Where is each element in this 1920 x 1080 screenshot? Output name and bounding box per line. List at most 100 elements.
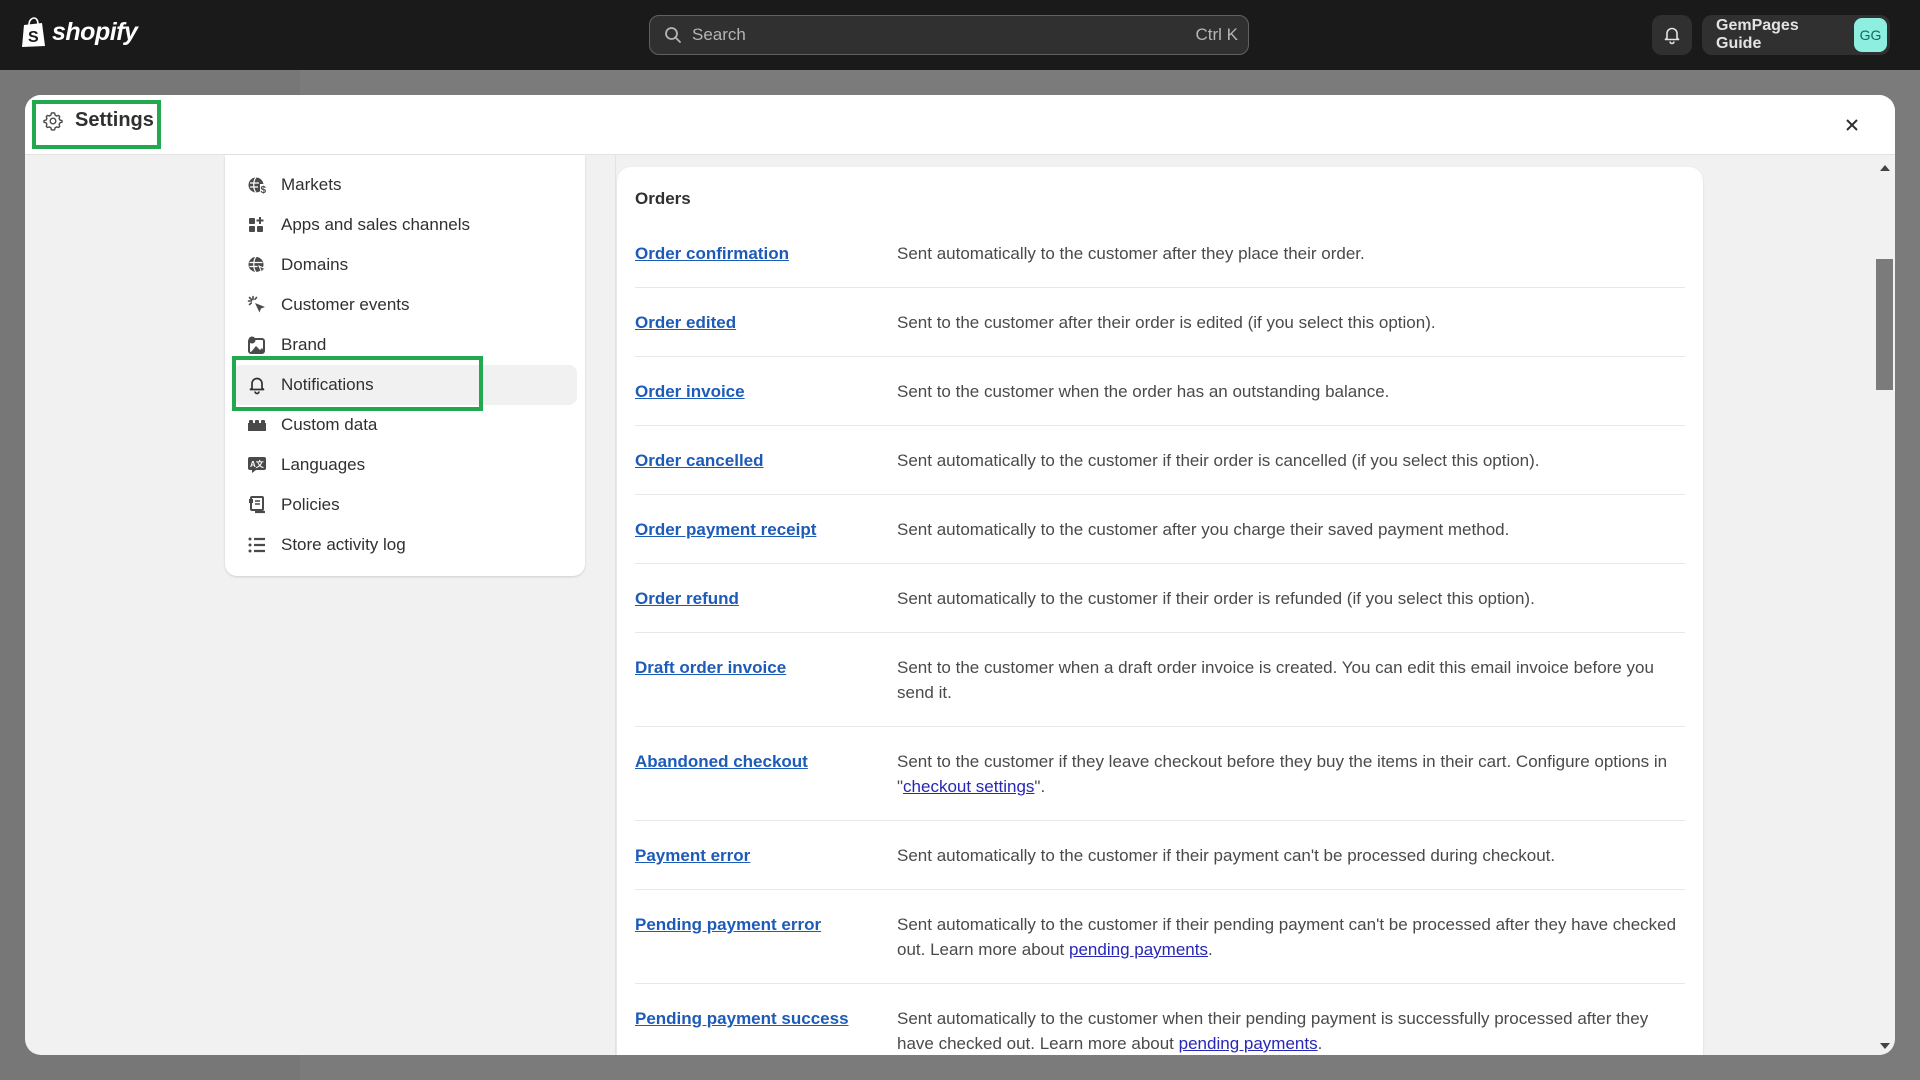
notification-template-link[interactable]: Payment error [635, 843, 897, 868]
notification-description: Sent to the customer when the order has … [897, 382, 1390, 401]
bell-icon [1664, 27, 1680, 45]
sidebar-item-custom-data[interactable]: Custom data [233, 405, 577, 445]
notification-template-link[interactable]: Draft order invoice [635, 655, 897, 705]
orders-card: Orders Order confirmation Sent automatica… [617, 167, 1703, 1055]
settings-sidebar: $ Markets Apps and sales channels Domain… [225, 155, 585, 576]
notification-description: Sent to the customer after their order i… [897, 313, 1436, 332]
settings-title: Settings [43, 109, 154, 132]
notification-description: Sent automatically to the customer after… [897, 520, 1510, 539]
notifications-button[interactable] [1652, 15, 1692, 55]
notification-row: Order payment receipt Sent automatically … [635, 495, 1685, 564]
sidebar-item-policies[interactable]: Policies [233, 485, 577, 525]
notification-row: Order refund Sent automatically to the cu… [635, 564, 1685, 633]
sidebar-item-label: Custom data [281, 415, 378, 434]
sidebar-item-label: Markets [281, 175, 342, 194]
scroll-up-arrow-icon[interactable] [1880, 165, 1890, 171]
description-text: Sent automatically to the customer if th… [897, 915, 1677, 959]
notification-template-link[interactable]: Pending payment error [635, 912, 897, 962]
search-icon [665, 27, 681, 43]
notification-row: Order invoice Sent to the customer when t… [635, 357, 1685, 426]
notification-template-link[interactable]: Order edited [635, 310, 897, 335]
modal-header: Settings [25, 95, 1895, 155]
scroll-down-arrow-icon[interactable] [1880, 1043, 1890, 1049]
sidebar-item-label: Domains [281, 255, 349, 274]
sidebar-item-label: Languages [281, 455, 366, 474]
globe-cursor-icon [247, 255, 267, 275]
sidebar-item-label: Brand [281, 335, 327, 354]
notification-template-link[interactable]: Order refund [635, 586, 897, 611]
sidebar-item-languages[interactable]: A文 Languages [233, 445, 577, 485]
description-text: . [1207, 940, 1213, 959]
inline-link[interactable]: checkout settings [903, 777, 1034, 796]
svg-text:$: $ [261, 185, 267, 195]
notification-template-link[interactable]: Order confirmation [635, 241, 897, 266]
sidebar-item-label: Policies [281, 495, 340, 514]
settings-modal: Settings $ Markets Apps and sales channe… [25, 95, 1895, 1055]
notification-row: Pending payment error Sent automatically … [635, 890, 1685, 984]
notification-template-link[interactable]: Abandoned checkout [635, 749, 897, 799]
notification-row: Order cancelled Sent automatically to the… [635, 426, 1685, 495]
sidebar-item-notifications[interactable]: Notifications [233, 365, 577, 405]
top-bar: S shopify Ctrl K GemPages Guide GG [0, 0, 1920, 70]
svg-text:A文: A文 [250, 459, 265, 469]
notification-description: Sent automatically to the customer if th… [897, 451, 1540, 470]
policy-icon [247, 495, 267, 515]
notification-template-link[interactable]: Order invoice [635, 379, 897, 404]
list-icon [247, 535, 267, 555]
search-bar[interactable]: Ctrl K [649, 15, 1249, 55]
notification-row: Pending payment success Sent automaticall… [635, 984, 1685, 1055]
sidebar-item-markets[interactable]: $ Markets [233, 165, 577, 205]
section-title: Orders [635, 189, 691, 208]
notification-row: Draft order invoice Sent to the customer … [635, 633, 1685, 727]
close-icon [1846, 119, 1858, 131]
shopify-bag-icon: S [22, 17, 45, 47]
notification-description: Sent automatically to the customer when … [897, 1006, 1685, 1055]
user-name: GemPages Guide [1716, 17, 1799, 52]
notification-description: Sent automatically to the customer if th… [897, 589, 1535, 608]
content-divider [615, 155, 616, 1055]
custom-data-icon [247, 415, 267, 435]
inline-link[interactable]: pending payments [1179, 1034, 1318, 1053]
sidebar-item-store-activity-log[interactable]: Store activity log [233, 525, 577, 565]
bell-icon [247, 375, 267, 395]
description-text: . [1317, 1034, 1323, 1053]
scrollbar-thumb[interactable] [1876, 259, 1893, 390]
description-text: ". [1034, 777, 1046, 796]
language-icon: A文 [247, 455, 267, 475]
globe-dollar-icon: $ [247, 175, 267, 195]
notification-description: Sent to the customer when a draft order … [897, 658, 1654, 702]
notification-list: Order confirmation Sent automatically to … [635, 219, 1685, 1055]
gear-icon [43, 111, 63, 131]
sidebar-item-brand[interactable]: Brand [233, 325, 577, 365]
notification-row: Order edited Sent to the customer after t… [635, 288, 1685, 357]
search-shortcut: Ctrl K [1195, 25, 1239, 44]
user-menu-button[interactable]: GemPages Guide GG [1702, 15, 1890, 55]
notification-row: Order confirmation Sent automatically to … [635, 219, 1685, 288]
cursor-click-icon [247, 295, 267, 315]
inline-link[interactable]: pending payments [1069, 940, 1208, 959]
logo-text: shopify [52, 17, 138, 46]
notification-description: Sent automatically to the customer if th… [897, 912, 1685, 962]
sidebar-item-label: Store activity log [281, 535, 406, 554]
apps-icon [247, 215, 267, 235]
notification-description: Sent to the customer if they leave check… [897, 749, 1685, 799]
sidebar-item-customer-events[interactable]: Customer events [233, 285, 577, 325]
notification-template-link[interactable]: Order payment receipt [635, 517, 897, 542]
avatar: GG [1854, 18, 1887, 52]
sidebar-item-label: Customer events [281, 295, 410, 314]
notification-template-link[interactable]: Pending payment success [635, 1006, 897, 1055]
sidebar-item-label: Notifications [281, 375, 374, 394]
notification-row: Abandoned checkout Sent to the customer i… [635, 727, 1685, 821]
sidebar-item-domains[interactable]: Domains [233, 245, 577, 285]
search-input[interactable] [692, 25, 1196, 45]
close-button[interactable] [1837, 110, 1867, 140]
brand-image-icon [247, 335, 267, 355]
notification-row: Payment error Sent automatically to the c… [635, 821, 1685, 890]
notification-template-link[interactable]: Order cancelled [635, 448, 897, 473]
shopify-logo[interactable]: S shopify [20, 16, 138, 48]
sidebar-item-apps-and-sales-channels[interactable]: Apps and sales channels [233, 205, 577, 245]
page-title: Settings [75, 109, 154, 131]
svg-text:S: S [28, 29, 39, 46]
notification-description: Sent automatically to the customer after… [897, 244, 1365, 263]
sidebar-item-label: Apps and sales channels [281, 215, 471, 234]
